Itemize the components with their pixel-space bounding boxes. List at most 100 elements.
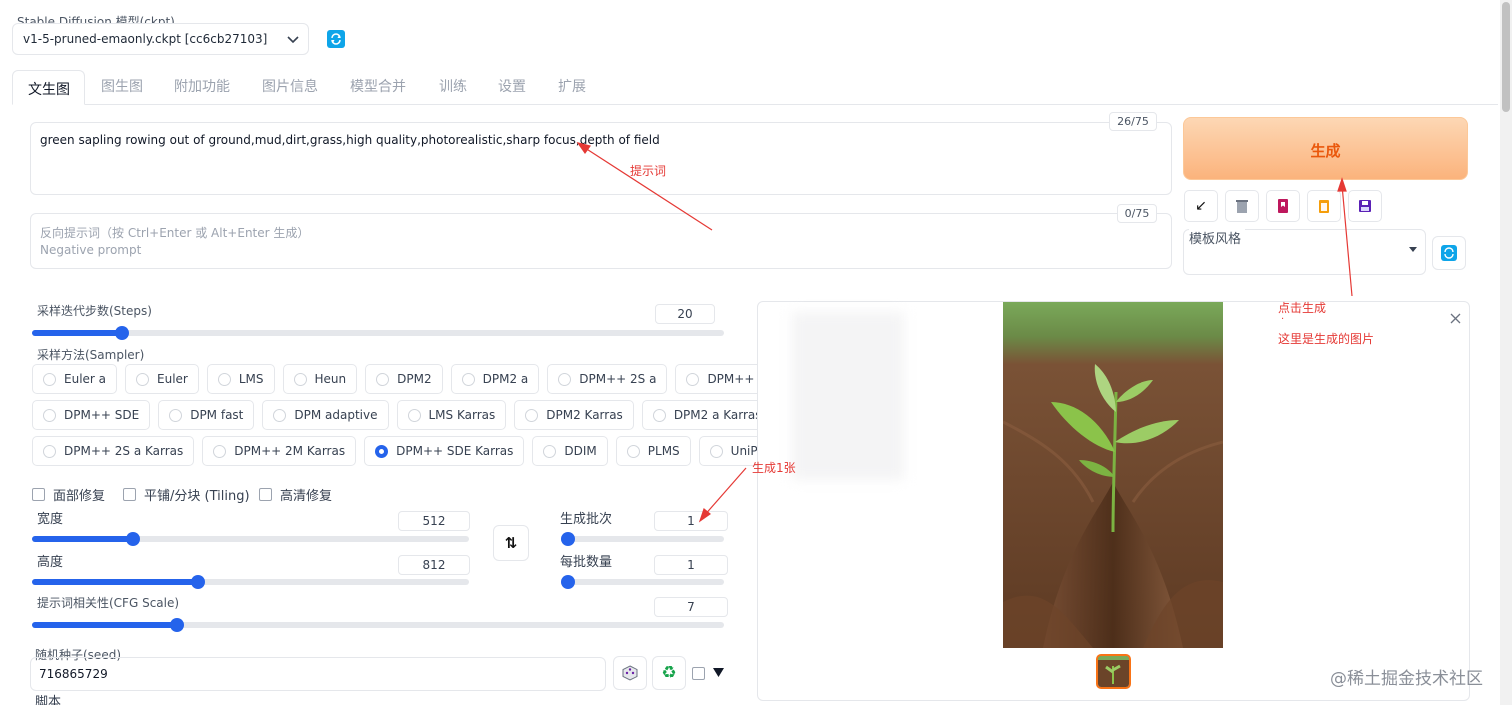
width-label: 宽度 [37,512,64,527]
prompt-text: green sapling rowing out of ground,mud,d… [40,133,660,147]
sampler-option[interactable]: DPM++ SDE Karras [364,436,525,466]
recycle-icon: ♻ [661,663,677,683]
save-style-button[interactable] [1348,190,1382,222]
steps-slider[interactable] [32,326,724,340]
batch-count-input[interactable]: 1 [654,511,728,531]
sampler-option[interactable]: DPM++ 2S a Karras [32,436,195,466]
sampler-option[interactable]: Euler a [32,364,118,394]
sampler-option[interactable]: DPM fast [158,400,255,430]
tab-extensions[interactable]: 扩展 [558,70,586,104]
restore-faces-checkbox[interactable]: 面部修复 [32,485,105,504]
batch-count-slider[interactable] [561,532,724,546]
radio-circle [709,444,723,458]
refresh-icon [1441,245,1457,261]
height-input[interactable]: 812 [398,555,470,575]
height-slider[interactable] [32,575,469,589]
template-style-select[interactable]: 模板风格 [1183,228,1426,275]
tab-train[interactable]: 训练 [439,70,467,104]
close-icon[interactable] [1450,313,1461,324]
sampler-option[interactable]: DPM++ 2S a [547,364,668,394]
tiling-checkbox[interactable]: 平铺/分块 (Tiling) [123,485,250,504]
model-select[interactable]: v1-5-pruned-emaonly.ckpt [cc6cb27103] [12,23,309,55]
sampler-option-label: DPM++ 2S a Karras [64,444,184,458]
sampler-option[interactable]: DPM++ SDE [32,400,151,430]
radio-circle [293,372,307,386]
generate-button[interactable]: 生成 [1183,117,1468,180]
generate-label: 生成 [1310,142,1341,160]
show-extra-networks-button[interactable] [1266,190,1300,222]
sampler-option-label: DDIM [564,444,597,458]
sampler-option[interactable]: DPM2 a Karras [641,400,773,430]
refresh-model-button[interactable] [325,28,347,50]
radio-circle [461,372,475,386]
sampler-option-label: LMS Karras [428,408,496,422]
extra-seed-checkbox[interactable] [692,667,705,680]
seed-input[interactable]: 716865729 [30,657,606,691]
tab-extras[interactable]: 附加功能 [174,70,230,104]
tab-checkpoint-merger[interactable]: 模型合并 [350,70,406,104]
negative-prompt-textarea[interactable]: 反向提示词（按 Ctrl+Enter 或 Alt+Enter 生成） Negat… [30,213,1172,269]
radio-circle [169,408,183,422]
read-params-button[interactable]: ↙ [1184,190,1218,222]
batch-size-slider[interactable] [561,575,724,589]
tab-img2img[interactable]: 图生图 [101,70,143,104]
sampler-option[interactable]: DPM2 [365,364,443,394]
watermark: @稀土掘金技术社区 [1330,669,1483,689]
sampler-option[interactable]: DDIM [532,436,608,466]
gallery-thumbnail[interactable] [1096,654,1131,689]
checkbox-label: 平铺/分块 (Tiling) [144,489,250,504]
clear-prompt-button[interactable] [1225,190,1259,222]
annotation-click-generate: 点击生成 [1278,301,1327,315]
sampler-option-label: DPM++ 2S a [579,372,657,386]
refresh-styles-button[interactable] [1432,236,1466,270]
tab-divider [12,104,1498,105]
checkbox-box [32,488,45,501]
sampler-option-label: DPM2 [397,372,432,386]
radio-circle [626,444,640,458]
random-seed-button[interactable] [613,656,647,690]
sampler-option[interactable]: Heun [282,364,358,394]
tab-settings[interactable]: 设置 [498,70,526,104]
sampler-option-label: PLMS [647,444,680,458]
sampler-option[interactable]: Euler [125,364,199,394]
cfg-slider[interactable] [32,618,724,632]
trash-icon [1236,200,1248,213]
radio-circle [43,408,56,422]
prompt-textarea[interactable]: green sapling rowing out of ground,mud,d… [30,122,1172,195]
sampler-option[interactable]: LMS Karras [396,400,507,430]
chevron-down-icon [287,36,299,44]
hires-fix-checkbox[interactable]: 高清修复 [259,485,332,504]
sampler-option[interactable]: DPM2 a [450,364,540,394]
sampler-option[interactable]: PLMS [615,436,691,466]
tab-png-info[interactable]: 图片信息 [262,70,318,104]
steps-input[interactable]: 20 [655,304,715,324]
checkbox-label: 面部修复 [53,489,106,504]
swap-dimensions-button[interactable]: ⇅ [493,525,529,561]
reuse-seed-button[interactable]: ♻ [652,656,686,690]
swap-icon: ⇅ [504,534,518,552]
thumbnail-image [1098,656,1129,687]
seed-value: 716865729 [39,667,108,681]
generated-image[interactable] [1003,302,1223,648]
triangle-down-icon[interactable] [713,668,724,677]
tab-txt2img[interactable]: 文生图 [12,70,85,105]
sampler-option[interactable]: LMS [206,364,275,394]
annotation-prompt: 提示词 [630,164,667,178]
batch-size-label: 每批数量 [560,555,613,570]
sampler-option-label: DPM2 a Karras [673,408,762,422]
sampler-option-label: DPM++ SDE Karras [396,444,514,458]
cfg-input[interactable]: 7 [654,597,728,617]
width-slider[interactable] [32,532,469,546]
scrollbar-track[interactable] [1500,0,1512,705]
sampler-option[interactable]: DPM adaptive [262,400,389,430]
width-input[interactable]: 512 [398,511,470,531]
batch-size-input[interactable]: 1 [654,555,728,575]
tab-label: 文生图 [28,82,70,98]
sampler-option[interactable]: DPM++ 2M Karras [202,436,357,466]
scrollbar-thumb[interactable] [1502,2,1510,112]
radio-circle [375,444,389,458]
annotation-generate-one: 生成1张 [752,461,796,475]
height-label: 高度 [37,555,64,570]
apply-style-button[interactable] [1307,190,1341,222]
sampler-option[interactable]: DPM2 Karras [514,400,634,430]
